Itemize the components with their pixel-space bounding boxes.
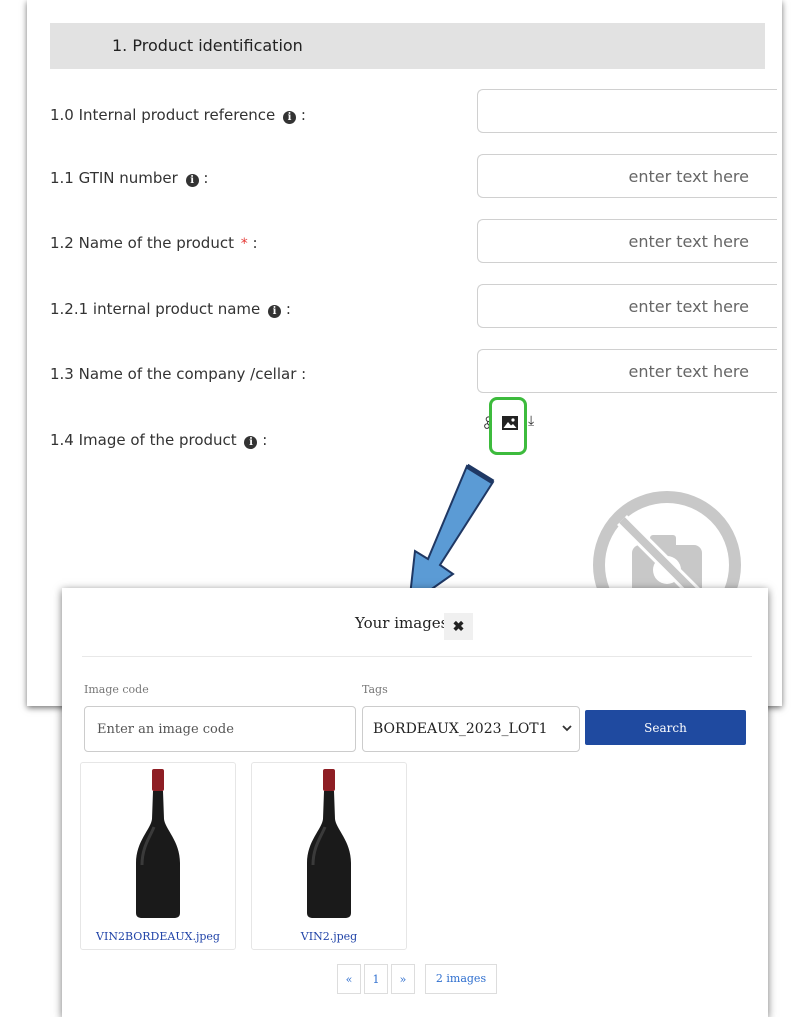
section-title: 1. Product identification (112, 36, 303, 55)
image-filename[interactable]: VIN2BORDEAUX.jpeg (81, 930, 235, 943)
divider (82, 656, 752, 657)
image-picker-modal: Your images ✖ Image code Tags BORDEAUX_2… (62, 588, 768, 1017)
required-asterisk: * (240, 236, 248, 252)
product-name-label: 1.2 Name of the product * : (50, 234, 258, 252)
tags-label: Tags (362, 683, 388, 696)
gtin-number-input[interactable] (477, 154, 777, 198)
info-icon[interactable]: i (185, 174, 199, 187)
search-button[interactable]: Search (585, 710, 746, 745)
company-cellar-input[interactable] (477, 349, 777, 393)
image-card[interactable]: VIN2.jpeg (251, 762, 407, 950)
pagination-next[interactable]: » (391, 964, 415, 994)
pagination-page-1[interactable]: 1 (364, 964, 388, 994)
info-icon[interactable]: i (244, 436, 258, 449)
product-image-label: 1.4 Image of the product i : (50, 431, 268, 449)
image-filename[interactable]: VIN2.jpeg (252, 930, 406, 943)
image-code-label: Image code (84, 683, 149, 696)
info-icon[interactable]: i (283, 111, 297, 124)
product-name-input[interactable] (477, 219, 777, 263)
info-icon[interactable]: i (268, 305, 282, 318)
highlight-box (489, 397, 527, 455)
section-header: 1. Product identification (50, 23, 765, 69)
chevron-down-icon (562, 725, 572, 732)
image-gallery-icon[interactable] (502, 416, 518, 430)
image-code-input[interactable] (84, 706, 356, 752)
image-card[interactable]: VIN2BORDEAUX.jpeg (80, 762, 236, 950)
internal-product-name-label: 1.2.1 internal product name i : (50, 300, 291, 318)
internal-product-name-input[interactable] (477, 284, 777, 328)
image-tools: ☍ ⤓ (479, 397, 557, 455)
wine-bottle-image (307, 769, 351, 918)
wine-bottle-image (136, 769, 180, 918)
gtin-number-label: 1.1 GTIN number i : (50, 169, 209, 187)
tags-select[interactable]: BORDEAUX_2023_LOT1 (362, 706, 580, 752)
close-button[interactable]: ✖ (444, 613, 473, 640)
company-cellar-label: 1.3 Name of the company /cellar : (50, 365, 307, 383)
modal-title: Your images (355, 614, 449, 632)
internal-reference-input[interactable] (477, 89, 777, 133)
image-count: 2 images (425, 964, 497, 994)
tags-selected-value: BORDEAUX_2023_LOT1 (373, 721, 548, 737)
pagination-prev[interactable]: « (337, 964, 361, 994)
internal-reference-label: 1.0 Internal product reference i : (50, 106, 306, 124)
download-icon[interactable]: ⤓ (528, 413, 534, 429)
